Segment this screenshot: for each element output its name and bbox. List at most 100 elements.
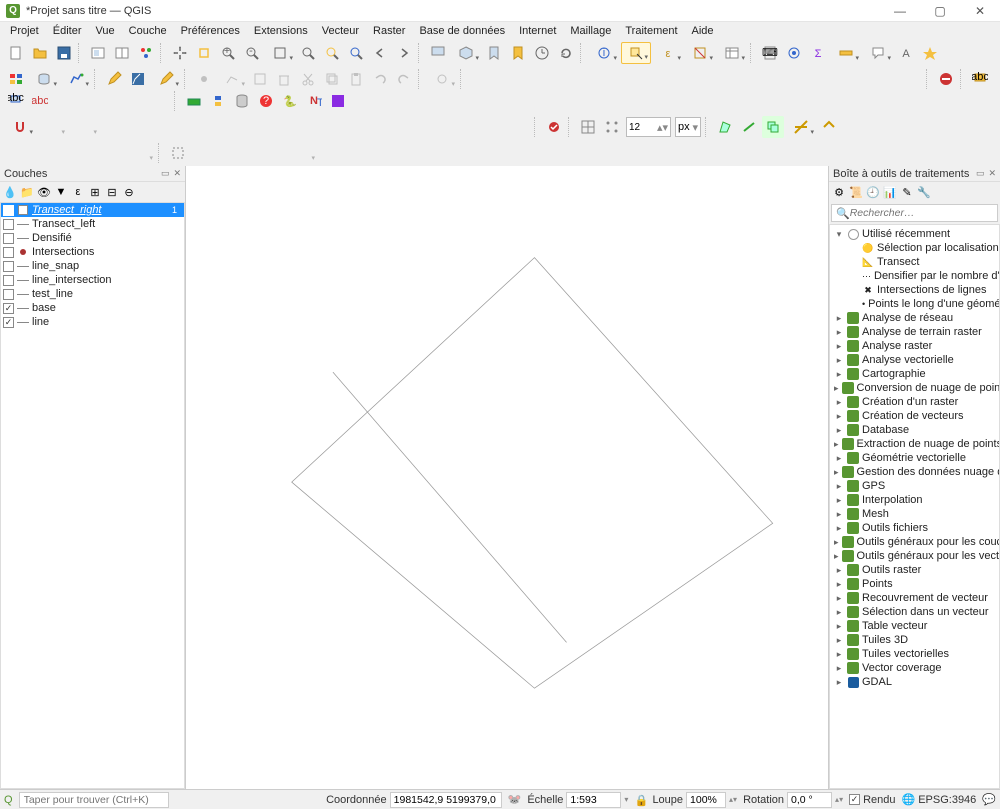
snap-tolerance-input[interactable]: ▴▾ bbox=[626, 117, 671, 137]
render-checkbox[interactable]: ✓ bbox=[849, 794, 860, 805]
tool-b[interactable] bbox=[125, 116, 147, 138]
layer-checkbox[interactable] bbox=[3, 233, 14, 244]
undock-icon[interactable]: ▭ bbox=[161, 168, 170, 179]
tree-group-Analyse de réseau[interactable]: ▸Analyse de réseau bbox=[830, 311, 999, 325]
filter-legend-icon[interactable]: ▼ bbox=[53, 184, 69, 200]
tree-group-recent[interactable]: ▾Utilisé récemment bbox=[830, 227, 999, 241]
menu-base de données[interactable]: Base de données bbox=[413, 23, 511, 39]
tool-e[interactable] bbox=[197, 116, 219, 138]
mesh-faces-button[interactable] bbox=[29, 142, 51, 164]
mesh-vertices-button[interactable] bbox=[53, 142, 75, 164]
tool-k[interactable] bbox=[341, 116, 363, 138]
layer-style-icon[interactable]: 💧 bbox=[2, 184, 18, 200]
text-annotation-button[interactable]: A bbox=[895, 42, 917, 64]
edit-in-place-icon[interactable]: ✎ bbox=[899, 184, 915, 200]
new-geopackage-button[interactable] bbox=[29, 68, 59, 90]
tool-j[interactable] bbox=[317, 116, 339, 138]
anno-tool-7[interactable] bbox=[319, 142, 341, 164]
tree-group-Analyse de terrain raster[interactable]: ▸Analyse de terrain raster bbox=[830, 325, 999, 339]
tree-group-Conversion de nuage de points[interactable]: ▸Conversion de nuage de points bbox=[830, 381, 999, 395]
layer-item-Densifié[interactable]: Densifié bbox=[1, 231, 184, 245]
tree-group-Création d'un raster[interactable]: ▸Création d'un raster bbox=[830, 395, 999, 409]
new-print-layout-button[interactable] bbox=[87, 42, 109, 64]
anno-tool-9[interactable] bbox=[367, 142, 389, 164]
processing-toolbox-button[interactable] bbox=[783, 42, 805, 64]
refresh-button[interactable] bbox=[555, 42, 577, 64]
zoom-next-button[interactable] bbox=[393, 42, 415, 64]
label-change-button[interactable] bbox=[101, 90, 123, 112]
select-by-expression-button[interactable]: ε bbox=[653, 42, 683, 64]
manage-visibility-icon[interactable]: 👁 bbox=[36, 184, 52, 200]
tool-i[interactable] bbox=[293, 116, 315, 138]
tree-group-Analyse raster[interactable]: ▸Analyse raster bbox=[830, 339, 999, 353]
tree-algo-Points le long d'une géométrie[interactable]: •Points le long d'une géométrie bbox=[830, 297, 999, 311]
menu-raster[interactable]: Raster bbox=[367, 23, 411, 39]
add-feature-button[interactable] bbox=[193, 68, 215, 90]
simplify-feature-button[interactable] bbox=[565, 68, 587, 90]
tree-group-Géométrie vectorielle[interactable]: ▸Géométrie vectorielle bbox=[830, 451, 999, 465]
modify-attributes-button[interactable] bbox=[249, 68, 271, 90]
plugin-manager-button[interactable] bbox=[183, 90, 205, 112]
plugin-numerical-button[interactable]: NT bbox=[303, 90, 325, 112]
digitize-shape-button[interactable] bbox=[427, 68, 457, 90]
anno-tool-1[interactable] bbox=[167, 142, 189, 164]
anno-tool-5[interactable] bbox=[263, 142, 285, 164]
layer-item-line_snap[interactable]: line_snap bbox=[1, 259, 184, 273]
layer-checkbox[interactable] bbox=[3, 261, 14, 272]
menu-extensions[interactable]: Extensions bbox=[248, 23, 314, 39]
anno-tool-8[interactable] bbox=[343, 142, 365, 164]
map-tips-button[interactable] bbox=[863, 42, 893, 64]
avoid-overlap-button[interactable] bbox=[762, 116, 784, 138]
tool-q[interactable] bbox=[485, 116, 507, 138]
reshape-button[interactable] bbox=[709, 68, 731, 90]
anno-tool-6[interactable] bbox=[287, 142, 317, 164]
merge-features-button[interactable] bbox=[805, 68, 827, 90]
layer-item-line[interactable]: ✓line bbox=[1, 315, 184, 329]
options-icon[interactable]: 🔧 bbox=[916, 184, 932, 200]
tool-l[interactable] bbox=[365, 116, 387, 138]
merge-attributes-button[interactable] bbox=[829, 68, 851, 90]
label-hide-button[interactable] bbox=[125, 90, 147, 112]
add-part-button[interactable] bbox=[613, 68, 635, 90]
show-action-button[interactable] bbox=[919, 42, 941, 64]
processing-tree[interactable]: ▾Utilisé récemment🟡Sélection par localis… bbox=[829, 224, 1000, 789]
menu-projet[interactable]: Projet bbox=[4, 23, 45, 39]
snap-segment-button[interactable] bbox=[738, 116, 760, 138]
delete-part-button[interactable] bbox=[685, 68, 707, 90]
toggle-editing-button[interactable] bbox=[103, 68, 125, 90]
save-project-button[interactable] bbox=[53, 42, 75, 64]
new-map-view-button[interactable] bbox=[427, 42, 449, 64]
zoom-to-layer-button[interactable] bbox=[345, 42, 367, 64]
layer-checkbox[interactable] bbox=[3, 275, 14, 286]
offset-curve-button[interactable] bbox=[733, 68, 755, 90]
collapse-all-icon[interactable]: ⊟ bbox=[104, 184, 120, 200]
new-3d-view-button[interactable] bbox=[451, 42, 481, 64]
tool-g[interactable] bbox=[245, 116, 267, 138]
tool-d[interactable] bbox=[173, 116, 195, 138]
field-calculator-button[interactable]: ⌨ bbox=[759, 42, 781, 64]
layout-manager-button[interactable] bbox=[111, 42, 133, 64]
python-icon[interactable]: 🐍 bbox=[279, 90, 301, 112]
snap-unit-select[interactable]: px ▾ bbox=[675, 117, 701, 137]
layer-item-Intersections[interactable]: Intersections bbox=[1, 245, 184, 259]
tree-group-Outils généraux pour les couches[interactable]: ▸Outils généraux pour les couches bbox=[830, 535, 999, 549]
tool-f[interactable] bbox=[221, 116, 243, 138]
tree-group-Outils raster[interactable]: ▸Outils raster bbox=[830, 563, 999, 577]
tool-p[interactable] bbox=[461, 116, 483, 138]
layer-item-test_line[interactable]: test_line bbox=[1, 287, 184, 301]
tool-o[interactable] bbox=[437, 116, 459, 138]
zoom-full-button[interactable] bbox=[297, 42, 319, 64]
tree-group-GPS[interactable]: ▸GPS bbox=[830, 479, 999, 493]
plugin-layers-button[interactable] bbox=[327, 90, 349, 112]
menu-traitement[interactable]: Traitement bbox=[619, 23, 683, 39]
messages-icon[interactable]: 💬 bbox=[982, 793, 996, 806]
layer-checkbox[interactable] bbox=[3, 219, 14, 230]
minimize-button[interactable]: — bbox=[880, 0, 920, 22]
current-edits-button[interactable] bbox=[151, 68, 181, 90]
offset-point-symbols-button[interactable] bbox=[877, 68, 899, 90]
no-action-button[interactable] bbox=[935, 68, 957, 90]
layer-checkbox[interactable] bbox=[3, 205, 14, 216]
grid-button[interactable] bbox=[577, 116, 599, 138]
cut-features-button[interactable] bbox=[297, 68, 319, 90]
select-features-button[interactable] bbox=[621, 42, 651, 64]
